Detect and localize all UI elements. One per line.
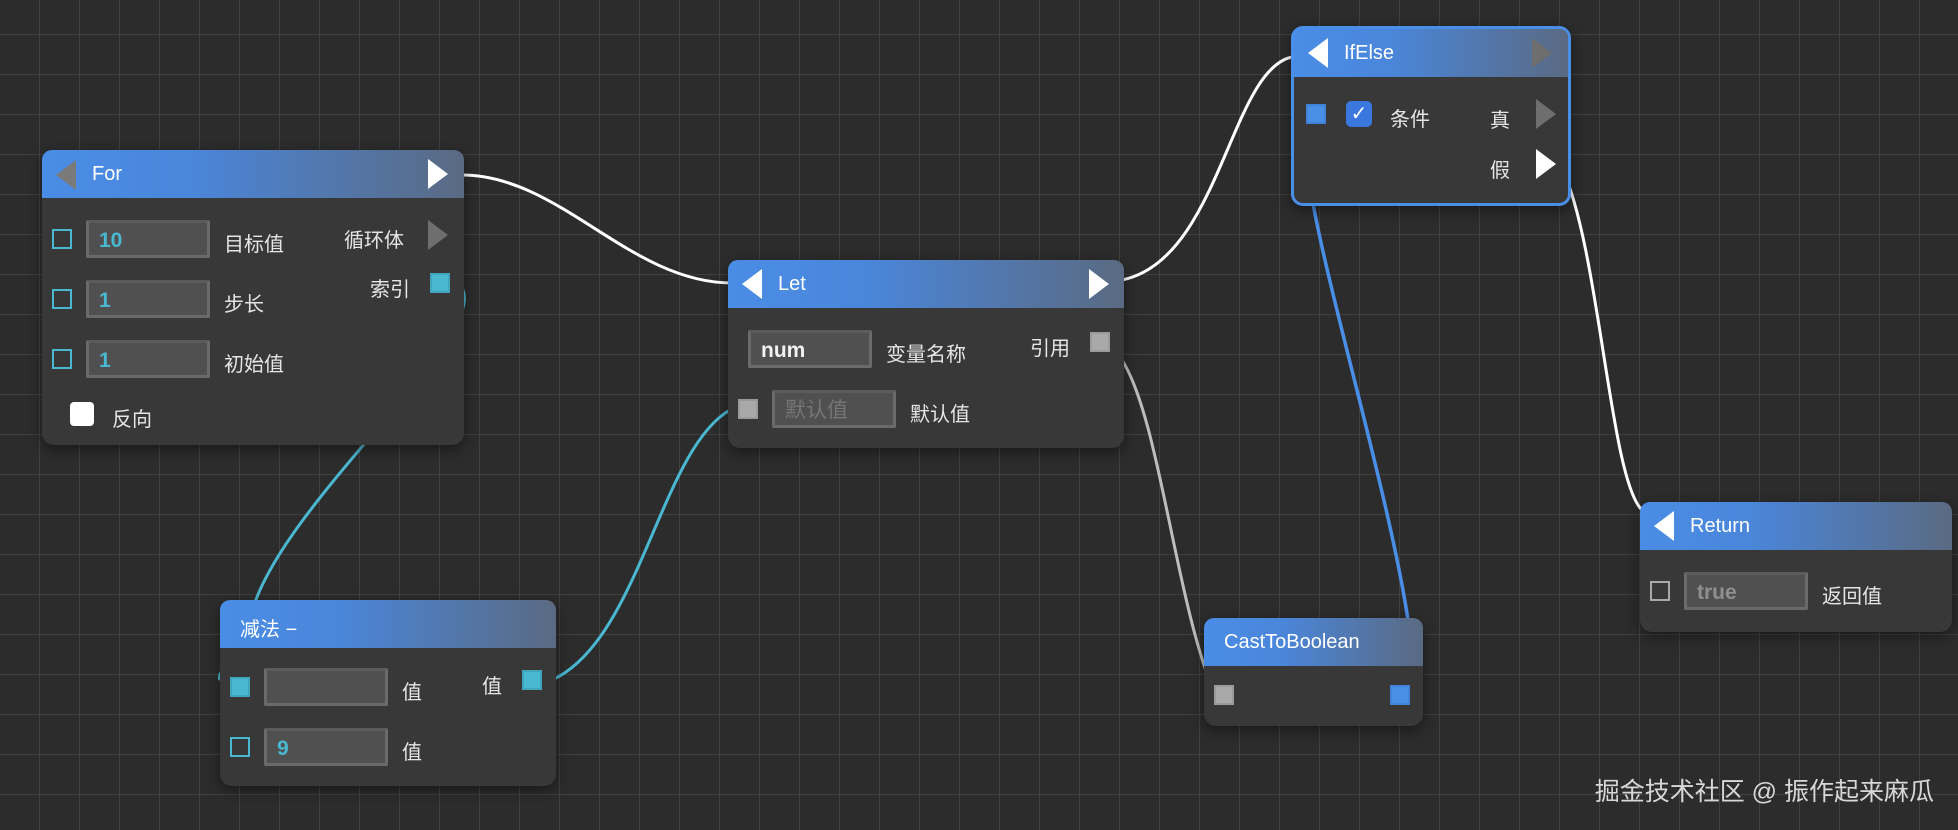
- ifelse-node-header[interactable]: [1294, 29, 1568, 77]
- cast-input-port[interactable]: [1214, 685, 1234, 705]
- default-value-input[interactable]: [772, 390, 896, 428]
- reference-output-port[interactable]: [1090, 332, 1110, 352]
- for-output-exec-arrow[interactable]: [428, 159, 448, 189]
- reverse-checkbox[interactable]: [70, 402, 94, 426]
- return-input-exec-arrow[interactable]: [1654, 511, 1674, 541]
- ifelse-node-title: IfElse: [1344, 42, 1395, 64]
- wire-cast-to-ifelse[interactable]: [1310, 197, 1410, 621]
- graph-canvas[interactable]: For 目标值 循环体 步长 索引 初始值 反向 Let 变量名称 引用 默认值: [0, 0, 1958, 830]
- return-value-input[interactable]: [1684, 572, 1808, 610]
- subtract-node[interactable]: 减法 − 值 值 值: [220, 600, 556, 786]
- reference-label: 引用: [1030, 338, 1070, 360]
- target-value-label: 目标值: [224, 234, 284, 256]
- subtract-second-label: 值: [402, 742, 422, 764]
- step-port[interactable]: [52, 289, 72, 309]
- wire-for-to-let[interactable]: [461, 173, 733, 285]
- ifelse-output-exec-arrow[interactable]: [1532, 38, 1552, 68]
- true-branch-exec-arrow[interactable]: [1536, 99, 1556, 129]
- target-value-input[interactable]: [86, 220, 210, 258]
- subtract-first-input[interactable]: [264, 668, 388, 706]
- loop-body-label: 循环体: [344, 230, 404, 252]
- return-value-port[interactable]: [1650, 581, 1670, 601]
- return-value-label: 返回值: [1822, 586, 1882, 608]
- index-label: 索引: [370, 279, 410, 301]
- watermark: 掘金技术社区 @ 振作起来麻瓜: [1594, 778, 1934, 806]
- wire-ifelse-to-return[interactable]: [1560, 167, 1644, 512]
- initial-value-label: 初始值: [224, 354, 284, 376]
- condition-checkbox[interactable]: ✓: [1346, 101, 1372, 127]
- index-output-port[interactable]: [430, 273, 450, 293]
- step-label: 步长: [224, 294, 264, 316]
- subtract-node-title: 减法 −: [240, 619, 298, 641]
- subtract-first-label: 值: [402, 682, 422, 704]
- let-node[interactable]: Let 变量名称 引用 默认值: [728, 260, 1124, 448]
- false-branch-exec-arrow[interactable]: [1536, 149, 1556, 179]
- subtract-output-port[interactable]: [522, 670, 542, 690]
- subtract-second-input-port[interactable]: [230, 737, 250, 757]
- variable-name-label: 变量名称: [886, 344, 966, 366]
- wire-let-ref-to-cast[interactable]: [1120, 359, 1217, 696]
- condition-label: 条件: [1390, 109, 1430, 131]
- for-node[interactable]: For 目标值 循环体 步长 索引 初始值 反向: [42, 150, 464, 445]
- true-branch-label: 真: [1490, 110, 1510, 132]
- target-value-port[interactable]: [52, 229, 72, 249]
- initial-value-port[interactable]: [52, 349, 72, 369]
- for-input-exec-arrow[interactable]: [56, 160, 76, 190]
- return-node-header[interactable]: [1640, 502, 1952, 550]
- cast-output-port[interactable]: [1390, 685, 1410, 705]
- step-input[interactable]: [86, 280, 210, 318]
- cast-node-title: CastToBoolean: [1224, 631, 1360, 653]
- cast-to-boolean-node[interactable]: CastToBoolean: [1204, 618, 1423, 726]
- let-node-title: Let: [778, 273, 806, 295]
- default-value-port[interactable]: [738, 399, 758, 419]
- wire-let-to-ifelse[interactable]: [1121, 55, 1293, 282]
- let-output-exec-arrow[interactable]: [1089, 269, 1109, 299]
- let-input-exec-arrow[interactable]: [742, 269, 762, 299]
- initial-value-input[interactable]: [86, 340, 210, 378]
- ifelse-node[interactable]: IfElse ✓ 条件 真 假: [1291, 26, 1571, 206]
- condition-input-port[interactable]: [1306, 104, 1326, 124]
- wire-subtract-to-let-default[interactable]: [551, 408, 731, 682]
- return-node[interactable]: Return 返回值: [1640, 502, 1952, 632]
- subtract-output-label: 值: [482, 676, 502, 698]
- reverse-label: 反向: [112, 409, 152, 431]
- ifelse-input-exec-arrow[interactable]: [1308, 38, 1328, 68]
- false-branch-label: 假: [1490, 160, 1510, 182]
- variable-name-input[interactable]: [748, 330, 872, 368]
- loop-body-exec-arrow[interactable]: [428, 220, 448, 250]
- return-node-title: Return: [1690, 515, 1751, 537]
- for-node-title: For: [92, 163, 122, 185]
- subtract-first-input-port[interactable]: [230, 677, 250, 697]
- default-value-label: 默认值: [910, 404, 970, 426]
- subtract-second-input[interactable]: [264, 728, 388, 766]
